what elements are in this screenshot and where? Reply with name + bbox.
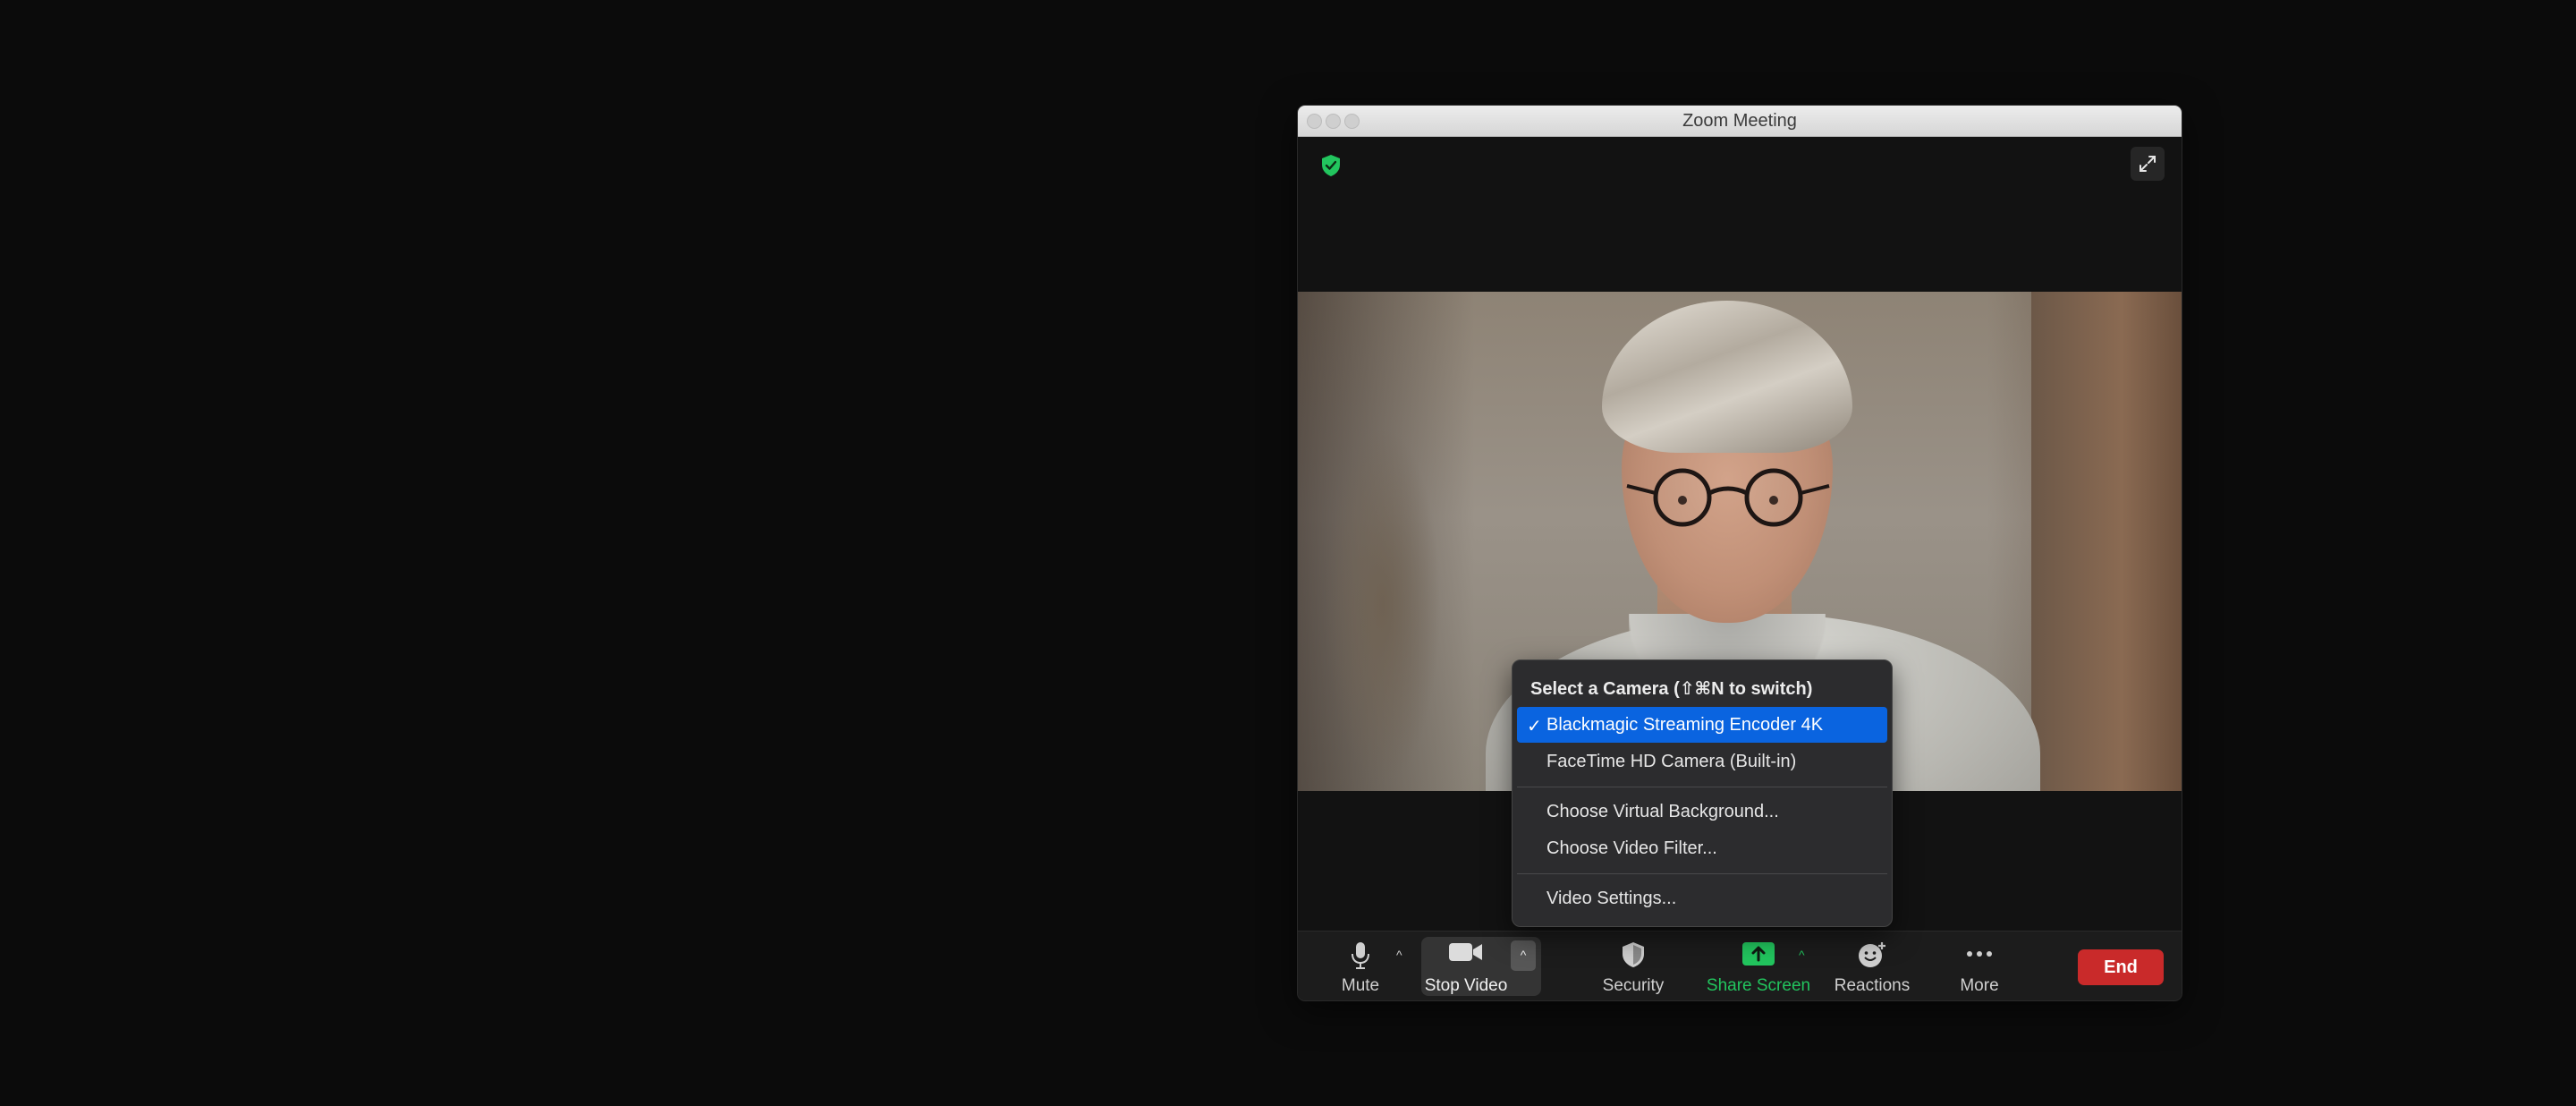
window-title: Zoom Meeting bbox=[1682, 111, 1797, 131]
video-options-button[interactable]: ^ bbox=[1511, 940, 1536, 971]
participant-hair bbox=[1602, 301, 1852, 453]
camera-option-label: Blackmagic Streaming Encoder 4K bbox=[1546, 715, 1824, 735]
encryption-shield-icon[interactable] bbox=[1318, 152, 1344, 179]
mute-button[interactable]: Mute bbox=[1325, 932, 1396, 1000]
expand-icon bbox=[2140, 156, 2156, 172]
video-settings-item[interactable]: Video Settings... bbox=[1517, 881, 1887, 916]
audio-options-chevron-up-icon[interactable]: ^ bbox=[1396, 948, 1402, 962]
menu-item-label: Video Settings... bbox=[1546, 889, 1677, 908]
reactions-smiley-icon bbox=[1859, 942, 1885, 967]
reactions-button[interactable]: Reactions bbox=[1830, 932, 1914, 1000]
share-screen-label: Share Screen bbox=[1706, 976, 1811, 995]
ellipsis-icon bbox=[1967, 951, 1992, 957]
camera-option-facetime[interactable]: FaceTime HD Camera (Built-in) bbox=[1517, 744, 1887, 779]
video-background-door bbox=[2031, 292, 2182, 791]
choose-virtual-background-item[interactable]: Choose Virtual Background... bbox=[1517, 794, 1887, 830]
end-meeting-button[interactable]: End bbox=[2078, 949, 2164, 985]
chevron-up-icon: ^ bbox=[1520, 948, 1527, 962]
stop-video-label: Stop Video bbox=[1424, 976, 1508, 995]
share-screen-icon bbox=[1742, 942, 1775, 966]
security-button[interactable]: Security bbox=[1593, 932, 1674, 1000]
camera-menu-header: Select a Camera (⇧⌘N to switch) bbox=[1530, 679, 1813, 699]
menu-divider bbox=[1517, 873, 1887, 874]
more-label: More bbox=[1960, 976, 1999, 995]
fullscreen-button[interactable] bbox=[2131, 147, 2165, 181]
video-background-lamp bbox=[1325, 426, 1441, 784]
stop-video-button[interactable]: Stop Video bbox=[1421, 932, 1511, 1000]
share-screen-button[interactable]: Share Screen bbox=[1702, 932, 1815, 1000]
participant-glasses bbox=[1626, 468, 1830, 527]
microphone-icon bbox=[1352, 942, 1369, 969]
reactions-label: Reactions bbox=[1834, 976, 1911, 995]
meeting-toolbar: Mute ^ Stop Video ^ Security Share Scree… bbox=[1298, 931, 2182, 1000]
mute-label: Mute bbox=[1341, 976, 1380, 995]
video-camera-icon bbox=[1449, 943, 1482, 961]
security-shield-icon bbox=[1623, 942, 1644, 967]
more-button[interactable]: More bbox=[1948, 932, 2011, 1000]
camera-option-blackmagic[interactable]: ✓ Blackmagic Streaming Encoder 4K bbox=[1517, 707, 1887, 743]
choose-video-filter-item[interactable]: Choose Video Filter... bbox=[1517, 830, 1887, 866]
checkmark-icon: ✓ bbox=[1527, 717, 1542, 736]
security-label: Security bbox=[1602, 976, 1665, 995]
share-options-chevron-up-icon[interactable]: ^ bbox=[1799, 948, 1805, 962]
menu-item-label: Choose Video Filter... bbox=[1546, 838, 1717, 858]
camera-option-label: FaceTime HD Camera (Built-in) bbox=[1546, 752, 1797, 771]
camera-select-menu: Select a Camera (⇧⌘N to switch) ✓ Blackm… bbox=[1512, 659, 1893, 927]
menu-item-label: Choose Virtual Background... bbox=[1546, 802, 1779, 821]
title-bar[interactable]: Zoom Meeting bbox=[1298, 106, 2182, 137]
